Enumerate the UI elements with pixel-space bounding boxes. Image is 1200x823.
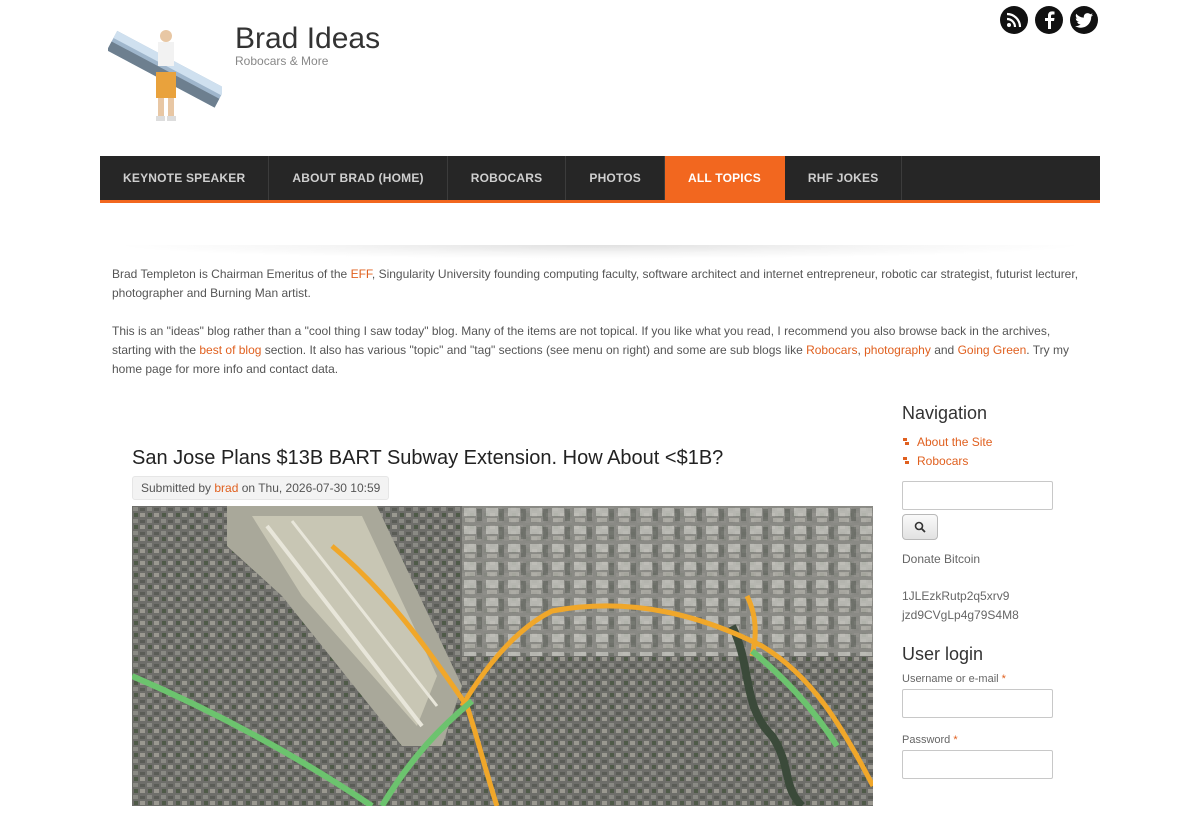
submitted-date: on Thu, 2026-07-30 10:59 <box>238 481 381 495</box>
search-input[interactable] <box>902 481 1053 510</box>
user-login-title: User login <box>902 644 984 664</box>
search-button[interactable] <box>902 514 938 540</box>
author-link[interactable]: brad <box>214 481 238 495</box>
facebook-icon[interactable] <box>1035 6 1063 34</box>
nav-item-all-topics[interactable]: ALL TOPICS <box>665 156 785 200</box>
donate-bitcoin-label: Donate Bitcoin <box>902 552 981 566</box>
submitted-prefix: Submitted by <box>141 481 215 495</box>
rss-icon[interactable] <box>1000 6 1028 34</box>
password-label-text: Password <box>902 734 951 746</box>
sidebar: Navigation About the Site Robocars Donat… <box>902 403 1082 779</box>
username-field[interactable] <box>902 689 1053 718</box>
required-marker: * <box>953 734 958 746</box>
sidebar-item-label[interactable]: About the Site <box>917 435 992 449</box>
bitcoin-address-line-1: 1JLEzkRutp2q5xrv9 <box>902 589 1010 603</box>
bullet-icon <box>903 438 909 445</box>
password-label: Password * <box>902 734 1082 746</box>
nav-item-robocars[interactable]: ROBOCARS <box>448 156 567 200</box>
site-name[interactable]: Brad Ideas <box>235 22 380 56</box>
article: San Jose Plans $13B BART Subway Extensio… <box>132 447 873 806</box>
twitter-icon[interactable] <box>1070 6 1098 34</box>
username-label-text: Username or e-mail <box>902 673 999 685</box>
intro-paragraph-1: Brad Templeton is Chairman Emeritus of t… <box>112 265 1088 303</box>
bullet-icon <box>903 457 909 464</box>
intro-paragraph-2: This is an "ideas" blog rather than a "c… <box>112 322 1088 379</box>
sidebar-item-label[interactable]: Robocars <box>917 454 968 468</box>
site-logo[interactable] <box>106 26 225 126</box>
sidebar-item-about-the-site[interactable]: About the Site <box>902 434 1082 449</box>
article-submitted: Submitted by brad on Thu, 2026-07-30 10:… <box>132 476 390 500</box>
header-shadow-divider <box>110 245 1090 259</box>
intro-text: and <box>930 343 958 357</box>
article-map-image[interactable] <box>132 506 873 806</box>
robocars-link[interactable]: Robocars <box>806 343 857 357</box>
nav-item-rhf-jokes[interactable]: RHF JOKES <box>785 156 903 200</box>
site-slogan: Robocars & More <box>235 54 329 68</box>
main-nav: KEYNOTE SPEAKER ABOUT BRAD (HOME) ROBOCA… <box>100 156 1100 203</box>
search-icon <box>914 521 926 533</box>
nav-item-keynote-speaker[interactable]: KEYNOTE SPEAKER <box>100 156 270 200</box>
intro-text: section. It also has various "topic" and… <box>261 343 807 357</box>
site-intro: Brad Templeton is Chairman Emeritus of t… <box>112 265 1088 379</box>
intro-text: Brad Templeton is Chairman Emeritus of t… <box>112 267 351 281</box>
bitcoin-address-line-2: jzd9CVgLp4g79S4M8 <box>902 608 1019 622</box>
social-links <box>1000 6 1098 34</box>
sidebar-item-robocars[interactable]: Robocars <box>902 453 1082 468</box>
username-label: Username or e-mail * <box>902 673 1082 685</box>
going-green-link[interactable]: Going Green <box>958 343 1027 357</box>
nav-item-about-brad[interactable]: ABOUT BRAD (HOME) <box>269 156 448 200</box>
article-title[interactable]: San Jose Plans $13B BART Subway Extensio… <box>132 447 873 470</box>
navigation-block-title: Navigation <box>902 403 988 423</box>
site-header: Brad Ideas Robocars & More <box>100 0 1100 156</box>
eff-link[interactable]: EFF <box>351 267 372 281</box>
photography-link[interactable]: photography <box>864 343 931 357</box>
best-of-blog-link[interactable]: best of blog <box>199 343 261 357</box>
required-marker: * <box>1001 673 1006 685</box>
nav-item-photos[interactable]: PHOTOS <box>566 156 666 200</box>
main-area: San Jose Plans $13B BART Subway Extensio… <box>100 403 1100 823</box>
password-field[interactable] <box>902 750 1053 779</box>
